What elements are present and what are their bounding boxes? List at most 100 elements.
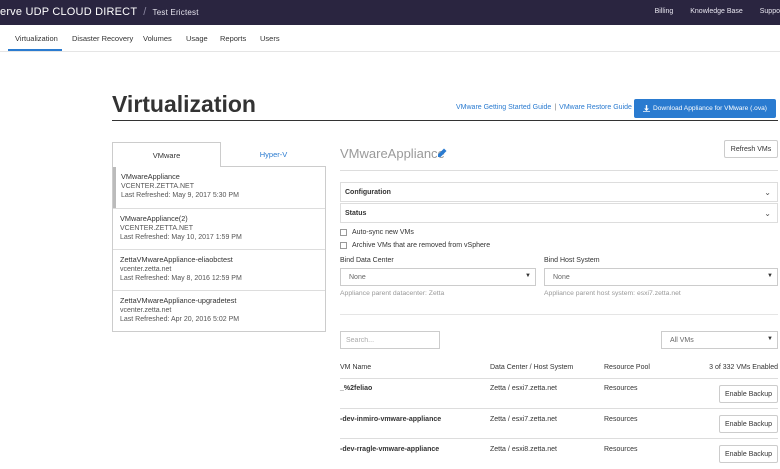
- tab-virtualization[interactable]: Virtualization: [15, 34, 58, 43]
- hypervisor-tabs: VMware Hyper-V: [112, 142, 326, 167]
- topnav-knowledge-base[interactable]: Knowledge Base: [690, 8, 743, 15]
- data-center: Zetta: [490, 446, 506, 453]
- data-center: Zetta: [490, 416, 506, 423]
- vm-name: _%2feliao: [340, 385, 373, 392]
- column-header-vm-name[interactable]: VM Name: [340, 364, 371, 371]
- appliance-refreshed: Last Refreshed: May 9, 2017 5:30 PM: [121, 192, 239, 199]
- vm-filter-select[interactable]: All VMs ▼: [661, 331, 778, 349]
- download-appliance-button[interactable]: Download Appliance for VMware (.ova): [634, 99, 776, 118]
- bind-host-system-help: Appliance parent host system: esxi7.zett…: [544, 290, 681, 297]
- appliance-host: VCENTER.ZETTA.NET: [121, 183, 194, 190]
- active-tab-indicator: [8, 49, 62, 51]
- brand-separator: /: [143, 6, 147, 18]
- brand-name: erve UDP CLOUD DIRECT: [0, 6, 138, 18]
- auto-sync-checkbox[interactable]: [340, 229, 347, 236]
- vm-data-center: Zetta / esxi7.zetta.net: [490, 416, 557, 423]
- host-system: esxi7.zetta.net: [511, 385, 557, 392]
- row-divider: [340, 438, 778, 439]
- appliance-item[interactable]: VMwareAppliance VCENTER.ZETTA.NET Last R…: [113, 167, 325, 208]
- chevron-down-icon: ⌄: [764, 188, 771, 197]
- column-header-data-center-host[interactable]: Data Center / Host System: [490, 364, 573, 371]
- tab-usage[interactable]: Usage: [186, 34, 208, 43]
- appliance-item[interactable]: ZettaVMwareAppliance-upgradetest vcenter…: [113, 290, 325, 331]
- tenant-name[interactable]: Test Erictest: [153, 8, 199, 17]
- tab-hyper-v[interactable]: Hyper-V: [221, 142, 326, 167]
- appliance-name: VMwareAppliance: [121, 172, 180, 181]
- appliance-item[interactable]: ZettaVMwareAppliance-eliaobctest vcenter…: [113, 249, 325, 290]
- vm-name: -dev-rragle-vmware-appliance: [340, 446, 440, 453]
- appliance-refreshed: Last Refreshed: May 10, 2017 1:59 PM: [120, 234, 242, 241]
- status-label: Status: [345, 209, 367, 217]
- restore-guide-link[interactable]: VMware Restore Guide: [559, 104, 632, 111]
- getting-started-guide-link[interactable]: VMware Getting Started Guide: [456, 104, 551, 111]
- topnav-support[interactable]: Suppo: [760, 8, 780, 15]
- caret-down-icon: ▼: [767, 336, 773, 342]
- tab-users[interactable]: Users: [260, 34, 280, 43]
- vm-filter-value: All VMs: [670, 336, 694, 344]
- refresh-vms-button[interactable]: Refresh VMs: [724, 140, 778, 158]
- bind-data-center-help: Appliance parent datacenter: Zetta: [340, 290, 445, 297]
- appliance-list: VMwareAppliance VCENTER.ZETTA.NET Last R…: [112, 167, 326, 332]
- appliance-item[interactable]: VMwareAppliance(2) VCENTER.ZETTA.NET Las…: [113, 208, 325, 249]
- appliance-name: ZettaVMwareAppliance-eliaobctest: [120, 255, 233, 264]
- caret-down-icon: ▼: [525, 273, 531, 279]
- sub-nav: Virtualization Disaster Recovery Volumes…: [0, 25, 780, 52]
- pencil-icon[interactable]: [437, 148, 447, 158]
- vm-search-input[interactable]: [340, 331, 440, 349]
- bind-host-system-value: None: [553, 273, 570, 281]
- tab-reports[interactable]: Reports: [220, 34, 246, 43]
- archive-vms-checkbox[interactable]: [340, 242, 347, 249]
- bind-data-center-label: Bind Data Center: [340, 257, 394, 264]
- brand[interactable]: erve UDP CLOUD DIRECT / Test Erictest: [0, 6, 199, 18]
- bind-data-center-select[interactable]: None ▼: [340, 268, 536, 286]
- top-nav: Billing Knowledge Base Suppo: [640, 8, 780, 15]
- download-appliance-label: Download Appliance for VMware (.ova): [653, 105, 767, 112]
- guide-separator: |: [554, 104, 557, 111]
- bind-host-system-label: Bind Host System: [544, 257, 600, 264]
- vm-name: -dev-inmiro-vmware-appliance: [340, 416, 442, 423]
- enable-backup-button[interactable]: Enable Backup: [719, 415, 778, 433]
- caret-down-icon: ▼: [767, 273, 773, 279]
- archive-vms-label: Archive VMs that are removed from vSpher…: [352, 242, 491, 249]
- tab-vmware[interactable]: VMware: [112, 142, 221, 167]
- appliance-host: vcenter.zetta.net: [120, 307, 172, 314]
- vms-enabled-count: 3 of 332 VMs Enabled: [709, 364, 778, 371]
- appliance-refreshed: Last Refreshed: Apr 20, 2016 5:02 PM: [120, 316, 240, 323]
- tab-disaster-recovery[interactable]: Disaster Recovery: [72, 34, 133, 43]
- guide-links: VMware Getting Started Guide | VMware Rest…: [456, 104, 632, 111]
- configuration-section[interactable]: Configuration ⌄: [340, 182, 778, 202]
- page-title: Virtualization: [112, 91, 256, 117]
- divider: [340, 314, 778, 315]
- enable-backup-button[interactable]: Enable Backup: [719, 385, 778, 403]
- download-icon: [643, 105, 650, 112]
- appliance-name: ZettaVMwareAppliance-upgradetest: [120, 296, 237, 305]
- archive-vms-checkbox-row[interactable]: Archive VMs that are removed from vSpher…: [340, 242, 490, 249]
- vm-data-center: Zetta / esxi7.zetta.net: [490, 385, 557, 392]
- vm-data-center: Zetta / esxi8.zetta.net: [490, 446, 557, 453]
- enable-backup-button[interactable]: Enable Backup: [719, 445, 778, 463]
- appliance-host: vcenter.zetta.net: [120, 266, 172, 273]
- bind-host-system-select[interactable]: None ▼: [544, 268, 778, 286]
- bind-data-center-value: None: [349, 273, 366, 281]
- chevron-down-icon: ⌄: [764, 209, 771, 218]
- appliance-refreshed: Last Refreshed: May 8, 2016 12:59 PM: [120, 275, 242, 282]
- data-center: Zetta: [490, 385, 506, 392]
- appliance-host: VCENTER.ZETTA.NET: [120, 225, 193, 232]
- appliance-name: VMwareAppliance(2): [120, 214, 188, 223]
- auto-sync-checkbox-row[interactable]: Auto-sync new VMs: [340, 229, 414, 236]
- topnav-billing[interactable]: Billing: [655, 8, 674, 15]
- status-section[interactable]: Status ⌄: [340, 203, 778, 223]
- table-header-divider: [340, 378, 778, 379]
- resource-pool: Resources: [604, 385, 638, 392]
- tab-volumes[interactable]: Volumes: [143, 34, 172, 43]
- resource-pool: Resources: [604, 416, 638, 423]
- column-separator: /: [507, 385, 510, 392]
- column-separator: /: [507, 446, 510, 453]
- column-header-resource-pool[interactable]: Resource Pool: [604, 364, 650, 371]
- auto-sync-label: Auto-sync new VMs: [352, 229, 414, 236]
- top-bar: erve UDP CLOUD DIRECT / Test Erictest Bill…: [0, 0, 780, 25]
- configuration-label: Configuration: [345, 188, 391, 196]
- resource-pool: Resources: [604, 446, 638, 453]
- host-system: esxi7.zetta.net: [511, 416, 557, 423]
- row-divider: [340, 408, 778, 409]
